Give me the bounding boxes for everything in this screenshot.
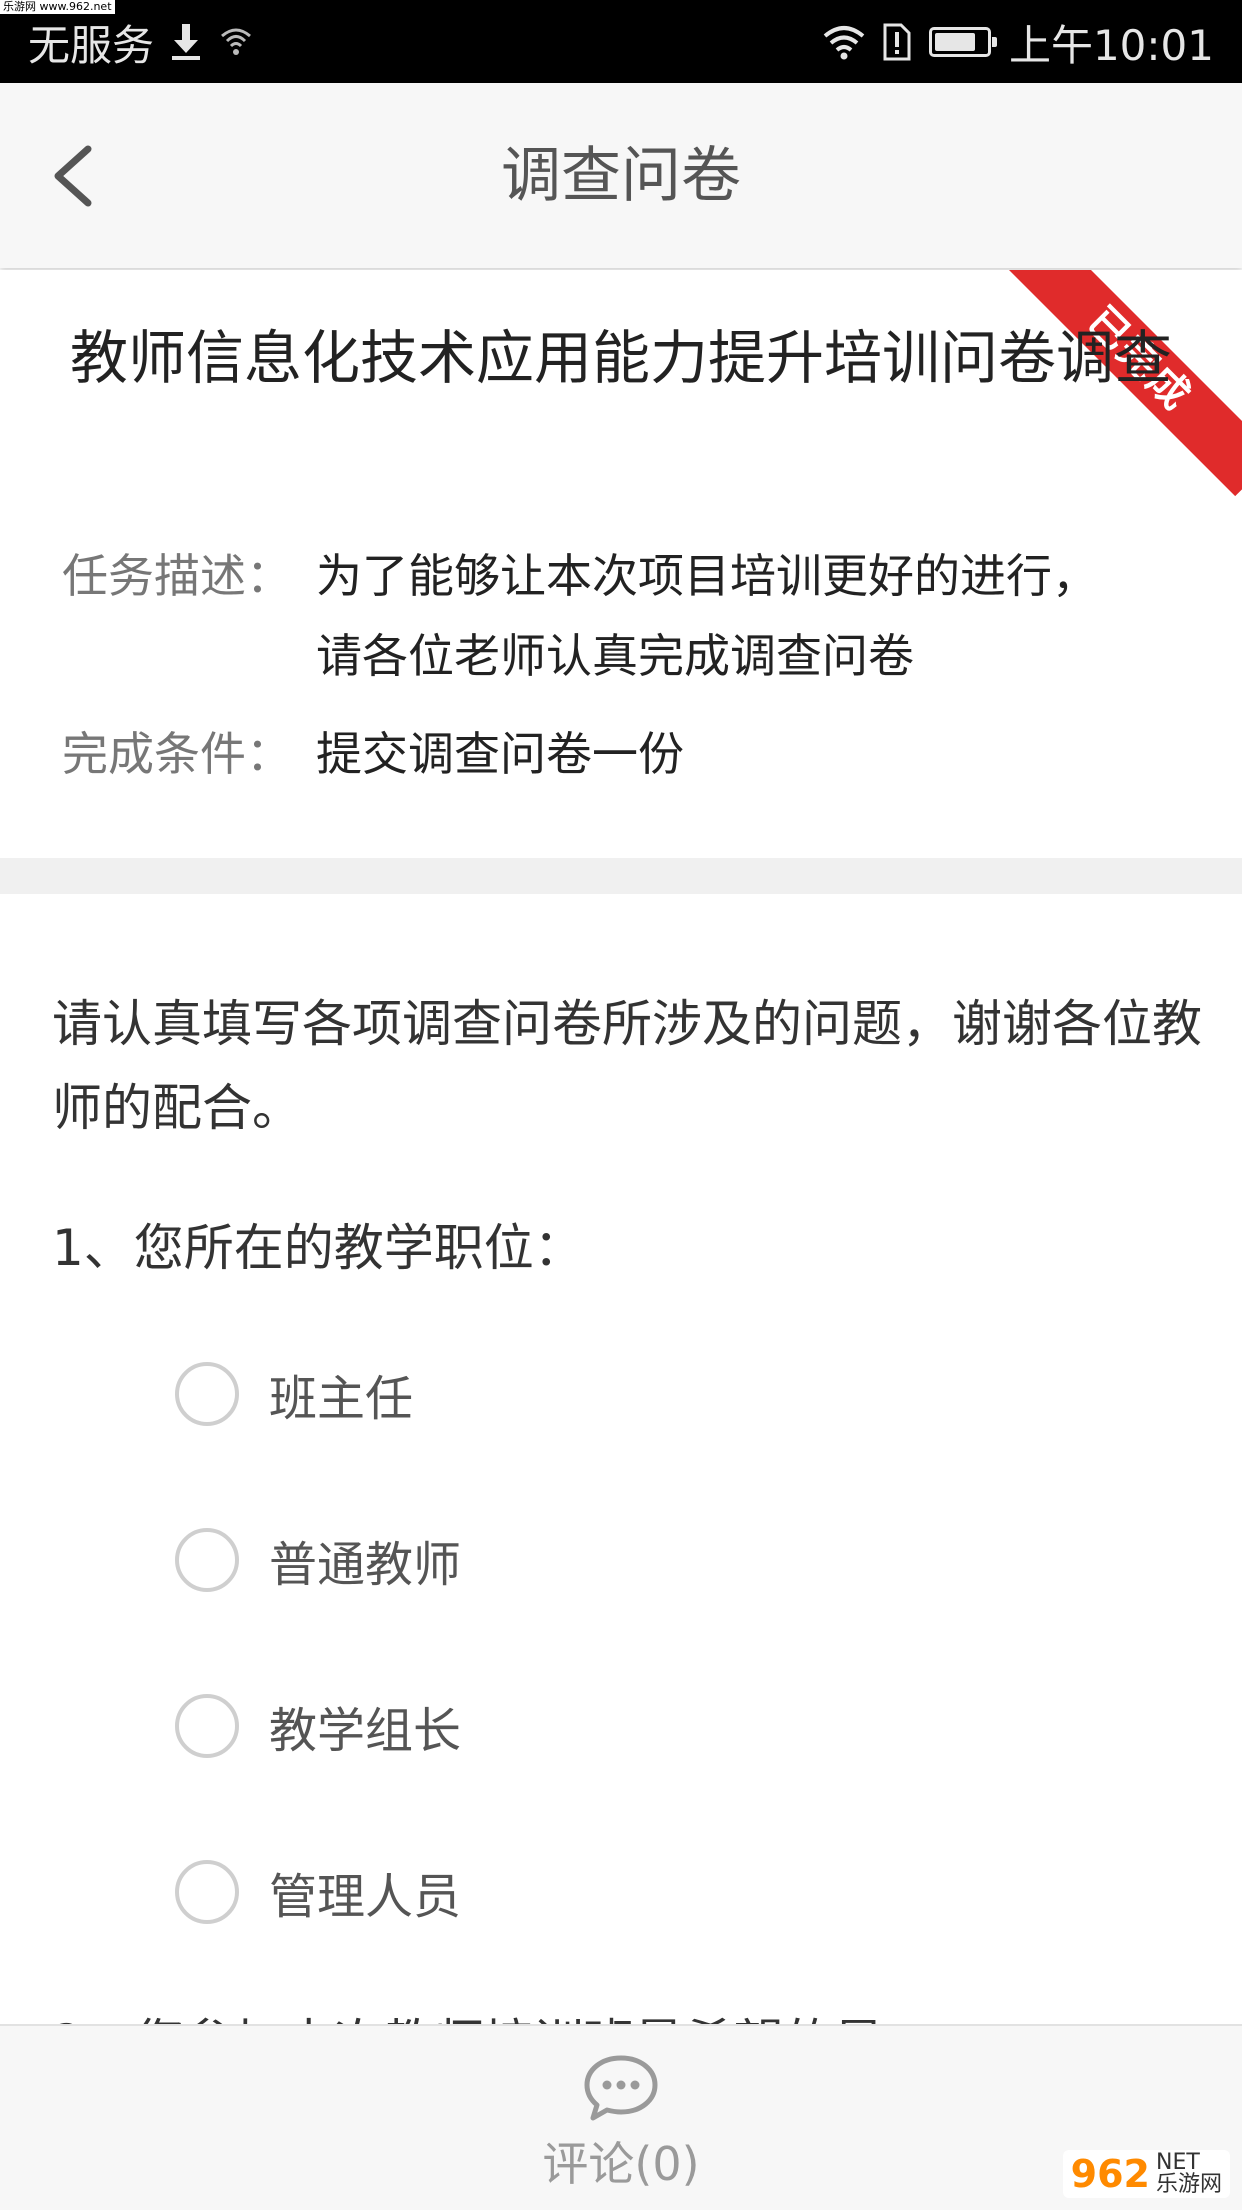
option-label: 普通教师 [269, 1537, 462, 1593]
clock: 上午10:01 [1008, 20, 1214, 70]
radio-button[interactable] [175, 1528, 239, 1592]
download-icon [172, 24, 201, 60]
question-1: 1、您所在的教学职位： [52, 1219, 584, 1277]
task-description-label: 任务描述： [62, 549, 292, 603]
sim-alert-icon [883, 23, 911, 61]
section-divider [0, 858, 1242, 894]
completion-condition-row: 完成条件： 提交调查问卷一份 [62, 714, 1202, 794]
task-title: 教师信息化技术应用能力提升培训问卷调查 [69, 324, 1172, 392]
carrier-label: 无服务 [28, 20, 155, 70]
comment-button[interactable]: 评论(0) [521, 2046, 721, 2196]
option-administrator[interactable]: 管理人员 [175, 1854, 461, 1930]
task-description-line-1: 为了能够让本次项目培训更好的进行， [316, 549, 1098, 603]
option-label: 班主任 [269, 1371, 414, 1427]
completion-condition-value: 提交调查问卷一份 [316, 727, 684, 781]
site-logo: 962 NET 乐游网 [1062, 2150, 1230, 2198]
radio-button[interactable] [175, 1860, 239, 1924]
battery-icon [928, 27, 997, 57]
option-class-teacher[interactable]: 班主任 [175, 1356, 413, 1432]
task-description-line-2: 请各位老师认真完成调查问卷 [316, 629, 914, 683]
hotspot-icon [221, 28, 251, 55]
status-bar: 乐游网 www.962.net 无服务 上午10:01 [0, 0, 1242, 83]
option-regular-teacher[interactable]: 普通教师 [175, 1522, 461, 1598]
app-header: 调查问卷 [0, 83, 1242, 268]
logo-cn: 乐游网 [1155, 2172, 1222, 2197]
task-card: 已完成 教师信息化技术应用能力提升培训问卷调查 任务描述： 为了能够让本次项目培… [0, 270, 1242, 858]
logo-net: NET [1155, 2150, 1200, 2175]
page-title: 调查问卷 [501, 141, 741, 211]
option-label: 教学组长 [269, 1703, 462, 1759]
bottom-bar: 评论(0) 962 NET 乐游网 [0, 2024, 1242, 2210]
radio-button[interactable] [175, 1362, 239, 1426]
survey-intro: 请认真填写各项调查问卷所涉及的问题，谢谢各位教师的配合。 [52, 995, 1202, 1137]
logo-number: 962 [1070, 2152, 1150, 2196]
option-teaching-group-leader[interactable]: 教学组长 [175, 1688, 461, 1764]
option-label: 管理人员 [269, 1869, 462, 1925]
comment-label: 评论(0) [542, 2137, 700, 2191]
radio-button[interactable] [175, 1694, 239, 1758]
completion-condition-label: 完成条件： [62, 727, 292, 781]
task-description-row: 任务描述： 为了能够让本次项目培训更好的进行， 请各位老师认真完成调查问卷 [62, 536, 1202, 696]
wifi-icon [823, 26, 865, 60]
comment-bubble-icon [584, 2055, 658, 2121]
